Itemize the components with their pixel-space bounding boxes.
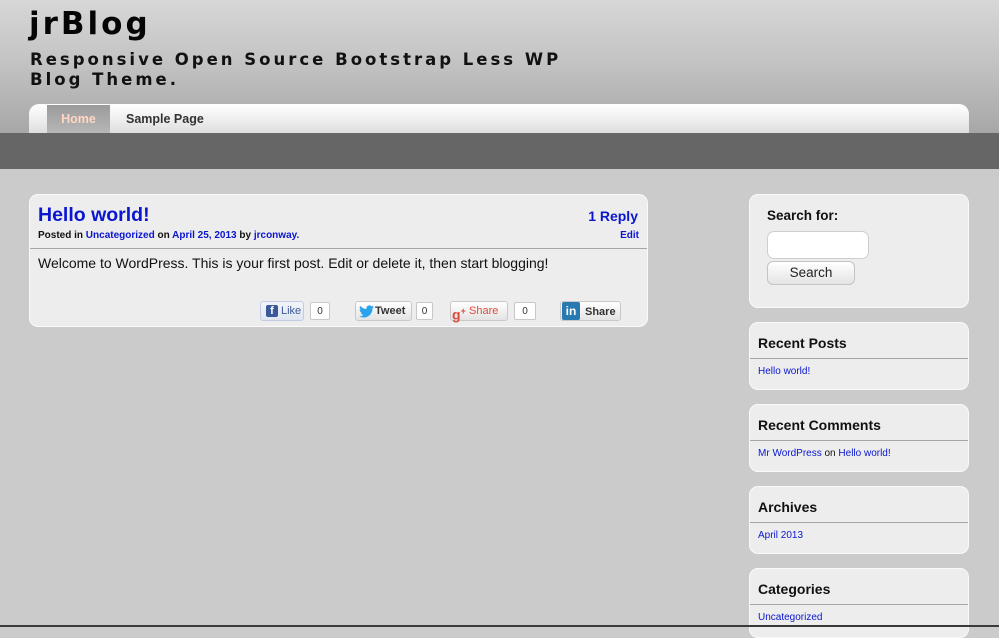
comment-on-label: on xyxy=(824,448,836,459)
site-title[interactable]: jrBlog xyxy=(29,6,151,42)
author-link[interactable]: jrconway. xyxy=(254,230,299,241)
on-label: on xyxy=(157,230,170,241)
google-plus-share-count: 0 xyxy=(514,302,536,320)
search-widget: Search for: Search xyxy=(749,194,969,308)
facebook-like-count: 0 xyxy=(310,302,330,320)
widget-title: Archives xyxy=(750,487,968,523)
categories-widget: Categories Uncategorized xyxy=(749,568,969,638)
category-item-link[interactable]: Uncategorized xyxy=(758,612,822,623)
recent-comments-widget: Recent Comments Mr WordPress on Hello wo… xyxy=(749,404,969,472)
linkedin-icon: in xyxy=(562,302,580,320)
search-label: Search for: xyxy=(767,208,839,223)
reply-link[interactable]: 1 Reply xyxy=(588,208,638,224)
google-plus-share-label: Share xyxy=(469,305,499,317)
search-button[interactable]: Search xyxy=(767,261,855,285)
tweet-label: Tweet xyxy=(375,305,406,317)
by-label: by xyxy=(239,230,252,241)
linkedin-share-button[interactable]: in Share xyxy=(560,301,621,321)
linkedin-share-label: Share xyxy=(585,306,616,318)
twitter-bird-icon xyxy=(359,305,374,318)
widget-title: Categories xyxy=(750,569,968,605)
archive-link[interactable]: April 2013 xyxy=(758,530,803,541)
google-plus-share-button[interactable]: g+ Share xyxy=(450,301,508,323)
facebook-like-label: Like xyxy=(281,305,302,317)
comment-author-link[interactable]: Mr WordPress xyxy=(758,448,822,459)
google-plus-icon: g+ xyxy=(452,306,466,323)
posted-in-label: Posted in xyxy=(38,230,84,241)
search-input[interactable] xyxy=(767,231,869,259)
facebook-like-button[interactable]: f Like xyxy=(260,301,304,321)
category-link[interactable]: Uncategorized xyxy=(86,230,155,241)
comment-post-link[interactable]: Hello world! xyxy=(838,448,890,459)
post-article: Hello world! 1 Reply Posted in Uncategor… xyxy=(29,194,648,327)
post-content: Welcome to WordPress. This is your first… xyxy=(38,255,549,271)
nav-item-sample-page[interactable]: Sample Page xyxy=(126,105,204,133)
site-description: Responsive Open Source Bootstrap Less WP… xyxy=(30,50,562,89)
archives-widget: Archives April 2013 xyxy=(749,486,969,554)
post-title[interactable]: Hello world! xyxy=(38,204,150,227)
post-meta: Posted in Uncategorized on April 25, 201… xyxy=(38,230,299,241)
tweet-button[interactable]: Tweet xyxy=(355,301,412,321)
recent-posts-widget: Recent Posts Hello world! xyxy=(749,322,969,390)
site-header: jrBlog Responsive Open Source Bootstrap … xyxy=(0,0,999,133)
recent-post-link[interactable]: Hello world! xyxy=(758,366,810,377)
facebook-icon: f xyxy=(266,305,278,317)
widget-title: Recent Comments xyxy=(750,405,968,441)
navigation-subbar xyxy=(0,133,999,169)
post-header: Hello world! 1 Reply Posted in Uncategor… xyxy=(30,195,647,249)
nav-item-home[interactable]: Home xyxy=(47,105,110,133)
widget-title: Recent Posts xyxy=(750,323,968,359)
edit-link[interactable]: Edit xyxy=(620,230,639,241)
tweet-count: 0 xyxy=(416,302,433,320)
main-navigation: Home Sample Page xyxy=(29,104,969,133)
post-date-link[interactable]: April 25, 2013 xyxy=(172,230,236,241)
